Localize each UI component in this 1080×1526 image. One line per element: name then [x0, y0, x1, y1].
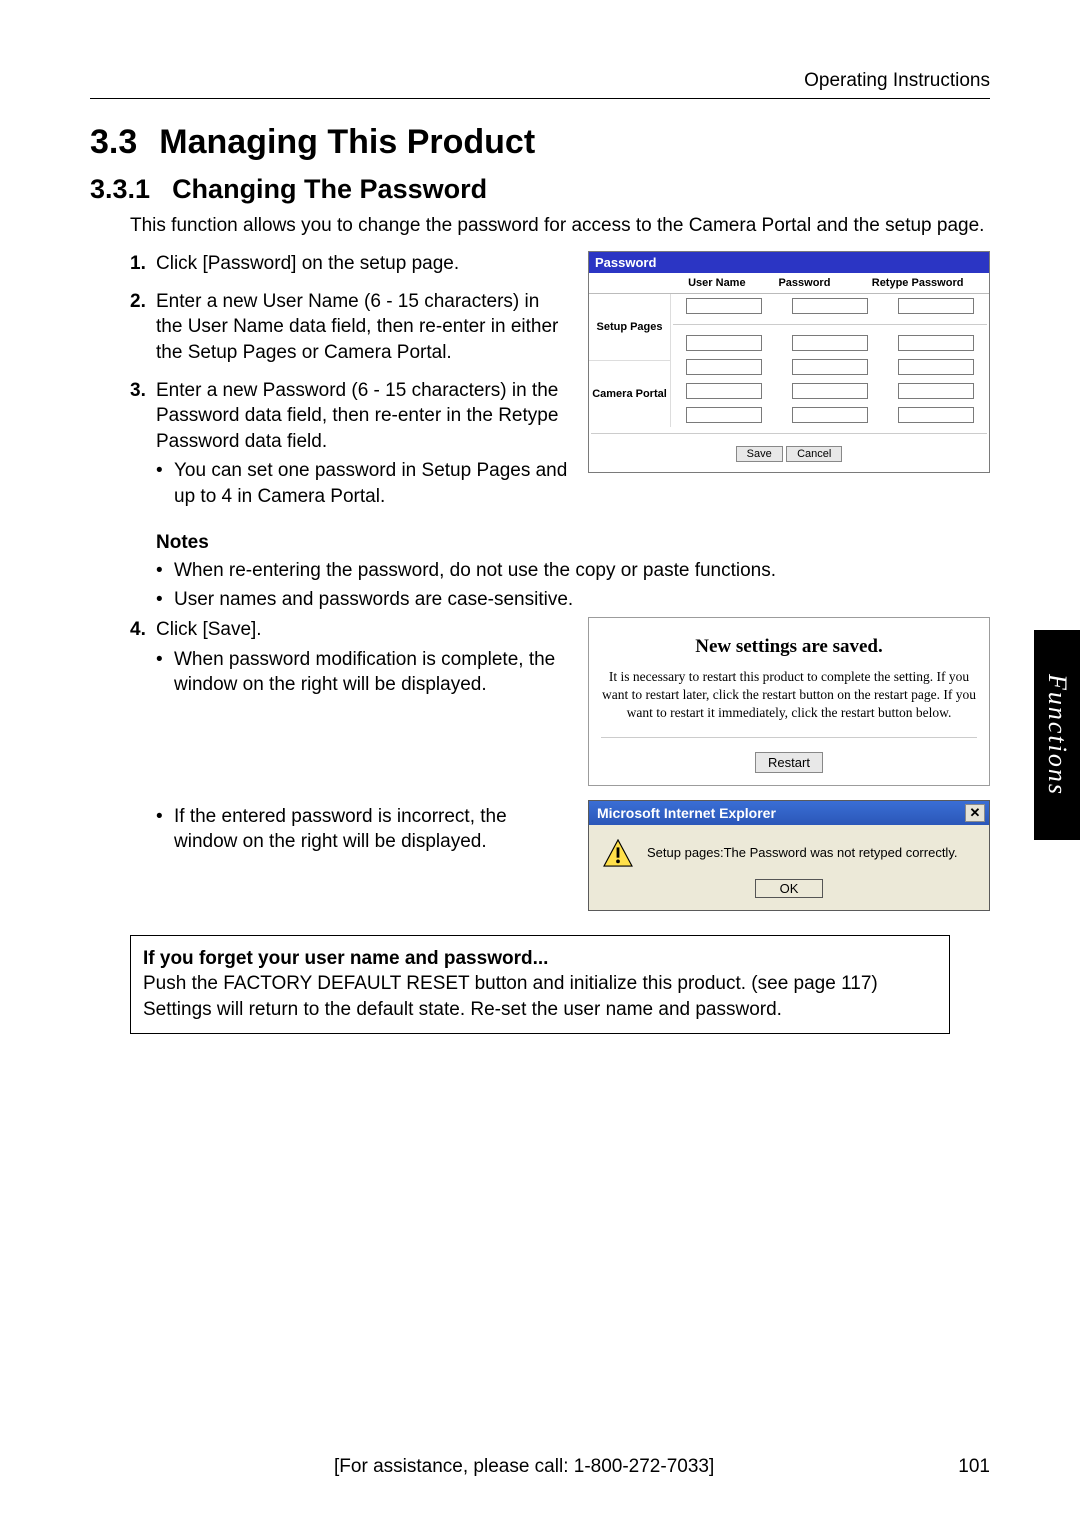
- step-4-text: Click [Save].: [156, 617, 262, 643]
- saved-settings-panel: New settings are saved. It is necessary …: [588, 617, 990, 786]
- portal-retype-input-2[interactable]: [898, 359, 974, 375]
- notes-heading: Notes: [156, 532, 990, 554]
- intro-text: This function allows you to change the p…: [130, 215, 990, 237]
- forget-password-box: If you forget your user name and passwor…: [130, 935, 950, 1034]
- setup-username-input[interactable]: [686, 298, 762, 314]
- step-2-text: Enter a new User Name (6 - 15 characters…: [156, 289, 570, 366]
- portal-retype-input-1[interactable]: [898, 335, 974, 351]
- ok-button[interactable]: OK: [755, 879, 824, 898]
- step-3: 3. Enter a new Password (6 - 15 characte…: [130, 378, 570, 514]
- portal-username-input-1[interactable]: [686, 335, 762, 351]
- close-icon[interactable]: ✕: [965, 804, 985, 822]
- note-2: User names and passwords are case-sensit…: [156, 587, 990, 613]
- portal-password-input-3[interactable]: [792, 383, 868, 399]
- forget-title: If you forget your user name and passwor…: [143, 946, 937, 972]
- row-camera-portal: Camera Portal: [589, 360, 671, 427]
- col-user-name: User Name: [671, 273, 763, 294]
- save-button[interactable]: Save: [736, 446, 783, 462]
- portal-username-input-2[interactable]: [686, 359, 762, 375]
- setup-password-input[interactable]: [792, 298, 868, 314]
- step-4: 4.Click [Save].: [130, 617, 570, 643]
- portal-username-input-3[interactable]: [686, 383, 762, 399]
- password-panel-title: Password: [589, 252, 989, 273]
- step-1: 1.Click [Password] on the setup page.: [130, 251, 570, 277]
- password-panel: Password User Name Password Retype Passw…: [588, 251, 990, 473]
- steps-and-panel-row: 1.Click [Password] on the setup page. 2.…: [130, 251, 990, 526]
- forget-line-2: Settings will return to the default stat…: [143, 997, 937, 1023]
- setup-retype-input[interactable]: [898, 298, 974, 314]
- step-4-block: 4.Click [Save]. When password modificati…: [130, 617, 990, 911]
- side-tab-functions: Functions: [1034, 630, 1080, 840]
- col-retype: Retype Password: [846, 273, 989, 294]
- restart-button[interactable]: Restart: [755, 752, 823, 773]
- step-1-text: Click [Password] on the setup page.: [156, 251, 459, 277]
- footer-assistance: [For assistance, please call: 1-800-272-…: [90, 1456, 958, 1478]
- cancel-button[interactable]: Cancel: [786, 446, 842, 462]
- section-heading: 3.3 Managing This Product: [90, 123, 990, 162]
- subsection-title: Changing The Password: [172, 174, 487, 204]
- password-panel-col: Password User Name Password Retype Passw…: [588, 251, 990, 526]
- step-3-text: Enter a new Password (6 - 15 characters)…: [156, 380, 558, 452]
- portal-password-input-4[interactable]: [792, 407, 868, 423]
- row-setup-pages: Setup Pages: [589, 294, 671, 360]
- notes-list: When re-entering the password, do not us…: [156, 558, 990, 613]
- forget-line-1: Push the FACTORY DEFAULT RESET button an…: [143, 971, 937, 997]
- portal-username-input-4[interactable]: [686, 407, 762, 423]
- page-number: 101: [958, 1456, 990, 1478]
- steps-col: 1.Click [Password] on the setup page. 2.…: [130, 251, 570, 526]
- warning-icon: [603, 839, 633, 867]
- portal-password-input-1[interactable]: [792, 335, 868, 351]
- page: Operating Instructions 3.3 Managing This …: [0, 0, 1080, 1526]
- note-1: When re-entering the password, do not us…: [156, 558, 990, 584]
- step-4-bullet-2: If the entered password is incorrect, th…: [156, 804, 570, 855]
- ie-error-dialog: Microsoft Internet Explorer ✕ Setup page…: [588, 800, 990, 911]
- col-password: Password: [763, 273, 846, 294]
- step-2: 2.Enter a new User Name (6 - 15 characte…: [130, 289, 570, 366]
- portal-retype-input-4[interactable]: [898, 407, 974, 423]
- step-3-bullet: You can set one password in Setup Pages …: [156, 458, 570, 509]
- side-tab-label: Functions: [1042, 674, 1072, 796]
- portal-retype-input-3[interactable]: [898, 383, 974, 399]
- ie-dialog-title: Microsoft Internet Explorer: [597, 805, 776, 821]
- saved-title: New settings are saved.: [599, 636, 979, 658]
- subsection-number: 3.3.1: [90, 174, 150, 205]
- section-title: Managing This Product: [159, 123, 535, 161]
- subsection-heading: 3.3.1 Changing The Password: [90, 174, 990, 205]
- header-doc-title: Operating Instructions: [90, 70, 990, 99]
- section-number: 3.3: [90, 123, 137, 162]
- step-4-bullet-1: When password modification is complete, …: [156, 647, 570, 698]
- portal-password-input-2[interactable]: [792, 359, 868, 375]
- saved-text: It is necessary to restart this product …: [599, 668, 979, 723]
- ie-dialog-message: Setup pages:The Password was not retyped…: [647, 845, 957, 860]
- footer: [For assistance, please call: 1-800-272-…: [90, 1456, 990, 1478]
